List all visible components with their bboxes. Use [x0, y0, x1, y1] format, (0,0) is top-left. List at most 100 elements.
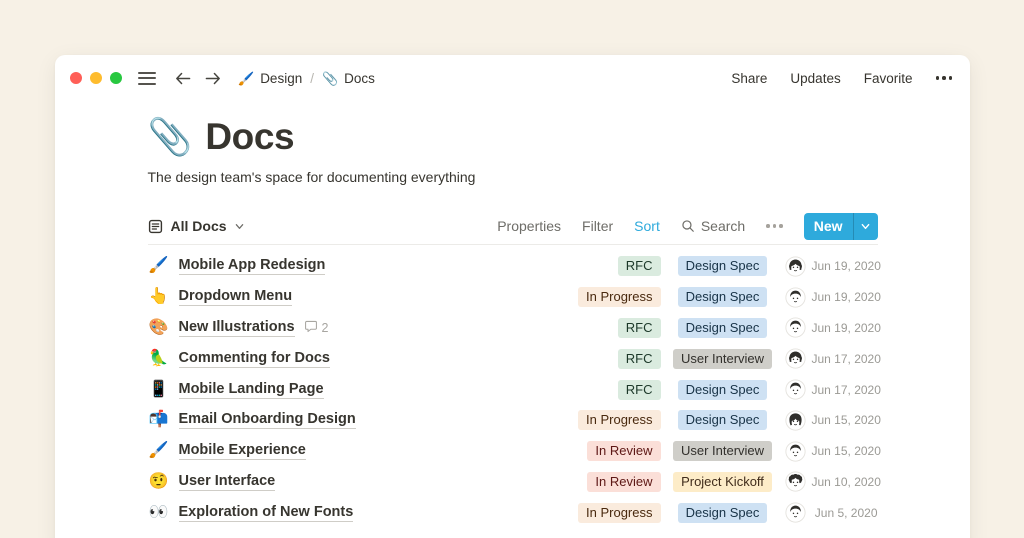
search-button[interactable]: Search: [681, 218, 745, 234]
doc-title-link[interactable]: Mobile App Redesign: [179, 257, 326, 275]
minimize-window-button[interactable]: [90, 72, 102, 84]
new-dropdown-chevron-icon[interactable]: [854, 213, 878, 240]
window-controls: [70, 72, 122, 84]
doc-type-tag[interactable]: Design Spec: [678, 318, 768, 338]
share-button[interactable]: Share: [731, 71, 767, 86]
raised-eyebrow-emoji: 🤨: [148, 474, 170, 490]
doc-row: 🎨 New Illustrations 2 RFC Design Spec Jun 19,…: [148, 313, 878, 344]
doc-date: Jun 19, 2020: [812, 321, 878, 335]
paintbrush-emoji: 🖌️: [148, 258, 170, 274]
status-tag[interactable]: In Progress: [578, 503, 660, 523]
status-tag[interactable]: RFC: [618, 256, 661, 276]
doc-type-column: User Interview: [671, 441, 775, 461]
doc-type-tag[interactable]: Design Spec: [678, 380, 768, 400]
new-button[interactable]: New: [804, 213, 878, 240]
favorite-button[interactable]: Favorite: [864, 71, 913, 86]
sort-button[interactable]: Sort: [634, 218, 660, 234]
doc-date: Jun 17, 2020: [812, 383, 878, 397]
palette-emoji: 🎨: [148, 320, 170, 336]
close-window-button[interactable]: [70, 72, 82, 84]
avatar[interactable]: [785, 256, 806, 277]
status-column: RFC: [549, 318, 661, 338]
toolbar-more-icon[interactable]: [766, 224, 783, 228]
doc-row: 📱Mobile Landing PageRFCDesign SpecJun 17…: [148, 374, 878, 405]
doc-type-tag[interactable]: Project Kickoff: [673, 472, 772, 492]
avatar[interactable]: [785, 441, 806, 462]
doc-type-column: Design Spec: [671, 287, 775, 307]
doc-title-link[interactable]: Email Onboarding Design: [179, 411, 356, 429]
doc-row: 👀Exploration of New FontsIn ProgressDesi…: [148, 497, 878, 528]
doc-row: 📬 Email Onboarding Design In Progress Desig…: [148, 405, 878, 436]
avatar[interactable]: [785, 502, 806, 523]
database-toolbar: All Docs Properties Filter Sort Search New: [148, 208, 878, 245]
mailbox-emoji: 📬: [148, 412, 170, 428]
status-column: In Progress: [549, 287, 661, 307]
doc-title-link[interactable]: Dropdown Menu: [179, 288, 293, 306]
doc-date: Jun 10, 2020: [812, 475, 878, 489]
avatar[interactable]: [785, 317, 806, 338]
parrot-emoji: 🦜: [148, 351, 170, 367]
zoom-window-button[interactable]: [110, 72, 122, 84]
doc-type-tag[interactable]: Design Spec: [678, 503, 768, 523]
breadcrumb: 🖌️Design / 📎Docs: [238, 71, 375, 86]
avatar[interactable]: [785, 348, 806, 369]
doc-row: 👆Dropdown MenuIn ProgressDesign SpecJun …: [148, 282, 878, 313]
avatar[interactable]: [785, 379, 806, 400]
paperclip-emoji: 📎: [322, 72, 338, 85]
doc-type-column: Design Spec: [671, 503, 775, 523]
breadcrumb-separator: /: [310, 71, 314, 86]
status-column: RFC: [549, 256, 661, 276]
breadcrumb-item-docs[interactable]: 📎Docs: [322, 71, 375, 86]
view-switcher[interactable]: All Docs: [148, 218, 244, 234]
status-column: RFC: [549, 380, 661, 400]
status-tag[interactable]: In Progress: [578, 287, 660, 307]
status-tag[interactable]: In Review: [587, 441, 660, 461]
status-tag[interactable]: In Progress: [578, 410, 660, 430]
back-arrow-icon[interactable]: [174, 71, 191, 86]
avatar[interactable]: [785, 410, 806, 431]
list-view-icon: [148, 219, 163, 234]
properties-button[interactable]: Properties: [497, 218, 561, 234]
comment-count[interactable]: 2: [304, 319, 329, 336]
sidebar-toggle-icon[interactable]: [138, 72, 156, 85]
status-column: In Review: [549, 441, 661, 461]
avatar[interactable]: [785, 287, 806, 308]
doc-type-column: Project Kickoff: [671, 472, 775, 492]
doc-date: Jun 19, 2020: [812, 259, 878, 273]
status-tag[interactable]: RFC: [618, 318, 661, 338]
breadcrumb-label: Design: [260, 71, 302, 86]
doc-title-link[interactable]: New Illustrations: [179, 319, 295, 337]
doc-type-tag[interactable]: User Interview: [673, 441, 772, 461]
status-column: In Progress: [549, 503, 661, 523]
doc-title-link[interactable]: Mobile Landing Page: [179, 381, 324, 399]
status-tag[interactable]: RFC: [618, 380, 661, 400]
doc-type-column: Design Spec: [671, 318, 775, 338]
forward-arrow-icon[interactable]: [205, 71, 222, 86]
doc-type-tag[interactable]: User Interview: [673, 349, 772, 369]
doc-title-link[interactable]: Exploration of New Fonts: [179, 504, 354, 522]
doc-type-tag[interactable]: Design Spec: [678, 287, 768, 307]
doc-date: Jun 17, 2020: [812, 352, 878, 366]
doc-title-link[interactable]: Commenting for Docs: [179, 350, 330, 368]
doc-date: Jun 15, 2020: [812, 444, 878, 458]
doc-row: 🖌️ Mobile App Redesign RFC Design Spec Jun 1…: [148, 251, 878, 282]
filter-button[interactable]: Filter: [582, 218, 613, 234]
doc-type-tag[interactable]: Design Spec: [678, 256, 768, 276]
window-more-icon[interactable]: [936, 76, 953, 80]
page-header: 📎 Docs: [148, 116, 878, 158]
updates-button[interactable]: Updates: [790, 71, 840, 86]
new-button-label: New: [804, 213, 853, 240]
view-name: All Docs: [171, 218, 227, 234]
paperclip-icon[interactable]: 📎: [148, 119, 193, 155]
avatar[interactable]: [785, 471, 806, 492]
doc-type-tag[interactable]: Design Spec: [678, 410, 768, 430]
status-column: RFC: [549, 349, 661, 369]
paintbrush-emoji: 🖌️: [148, 443, 170, 459]
status-column: In Review: [549, 472, 661, 492]
status-tag[interactable]: In Review: [587, 472, 660, 492]
doc-title-link[interactable]: Mobile Experience: [179, 442, 306, 460]
breadcrumb-item-design[interactable]: 🖌️Design: [238, 71, 302, 86]
status-tag[interactable]: RFC: [618, 349, 661, 369]
search-icon: [681, 219, 695, 233]
doc-title-link[interactable]: User Interface: [179, 473, 276, 491]
